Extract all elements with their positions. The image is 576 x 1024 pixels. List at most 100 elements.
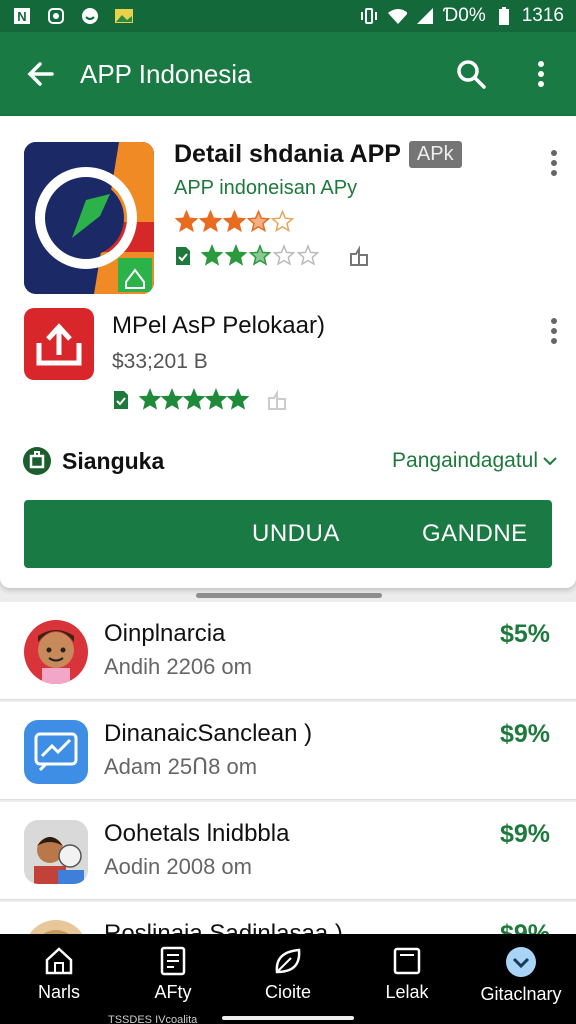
more-vertical-icon — [538, 61, 544, 87]
nav-create[interactable]: Cioite — [233, 946, 343, 1003]
footer-text: TSSDES IVcoalita — [108, 1014, 198, 1024]
list-item-subtitle: Andih 2206 om — [104, 654, 252, 679]
star-icon — [160, 388, 184, 410]
avatar — [24, 620, 88, 684]
list-item[interactable]: DinanaicSanclean ) Adam 25Ո8 om $9% — [0, 702, 576, 800]
nav-label: Lelak — [385, 982, 429, 1002]
upload-icon — [36, 323, 82, 366]
star-icon — [248, 244, 272, 266]
avatar — [24, 820, 88, 884]
page-title: APP Indonesia — [80, 58, 252, 89]
star-icon — [272, 244, 296, 266]
file-icon — [114, 391, 128, 409]
star-icon — [204, 388, 228, 410]
featured-card: Detail shdania APP APk APP indoneisan AP… — [0, 116, 576, 588]
featured-more-button[interactable] — [544, 146, 564, 180]
bottom-navigation: Narls AFty Cioite Lelak Gitaclnary — [0, 934, 576, 1024]
subscription-link-text: Pangaindagatul — [392, 449, 538, 472]
star-icon — [270, 210, 295, 233]
search-icon — [457, 60, 486, 89]
nav-label: Gitaclnary — [480, 984, 562, 1004]
subscription-icon — [23, 447, 51, 475]
notification-n-icon: N — [12, 6, 32, 26]
home-icon — [45, 947, 73, 975]
second-app-title[interactable]: MPel AsP Pelokaar) — [112, 312, 512, 340]
star-icon — [246, 210, 271, 233]
wifi-icon — [387, 6, 407, 26]
chevron-down-icon — [543, 457, 557, 466]
star-icon — [222, 210, 247, 233]
list-item-percent: $9% — [499, 720, 550, 748]
featured-rating-row — [174, 210, 514, 234]
nav-category[interactable]: Gitaclnary — [466, 946, 576, 1005]
star-icon — [224, 244, 248, 266]
status-bar: N Ɗ0% 1316 — [0, 0, 576, 32]
apk-badge: APk — [408, 141, 462, 168]
star-icon — [226, 388, 250, 410]
list-item[interactable]: Oohetals lnidbbla Aodin 2008 om $9% — [0, 802, 576, 900]
svg-text:N: N — [17, 9, 26, 24]
more-vertical-icon — [551, 318, 557, 344]
leaf-icon — [275, 948, 301, 974]
star-icon — [138, 388, 162, 410]
second-app-size: $33;201 B — [112, 350, 208, 373]
notification-app-icon — [46, 6, 66, 26]
star-icon — [198, 210, 223, 233]
nav-list[interactable]: Lelak — [352, 946, 462, 1003]
overflow-menu-button[interactable] — [506, 32, 576, 116]
vibrate-icon — [359, 6, 379, 26]
star-icon — [174, 210, 199, 233]
file-icon — [176, 247, 190, 265]
home-indicator[interactable] — [222, 1016, 354, 1020]
list-item-title: DinanaicSanclean ) — [104, 720, 313, 747]
star-icon — [182, 388, 206, 410]
list-item-subtitle: Adam 25Ո8 om — [104, 754, 258, 779]
game-button[interactable]: GANDNE — [422, 520, 528, 548]
list-item-title: Oohetals lnidbbla — [104, 820, 290, 847]
second-app-icon[interactable] — [24, 308, 94, 380]
list-item-percent: $5% — [499, 620, 550, 648]
nav-home[interactable]: Narls — [4, 946, 114, 1003]
featured-app-info: Detail shdania APP APk APP indoneisan AP… — [174, 140, 514, 268]
list-item-percent: $9% — [499, 820, 550, 848]
back-button[interactable] — [0, 32, 80, 116]
notification-image-icon — [114, 6, 134, 26]
share-icon[interactable] — [348, 245, 370, 267]
signal-icon — [415, 6, 435, 26]
star-rating — [174, 210, 295, 233]
app-bar: APP Indonesia — [0, 32, 576, 116]
star-icon — [296, 244, 320, 266]
nav-label: Narls — [37, 982, 80, 1002]
nav-label: Cioite — [264, 982, 312, 1002]
subscription-dropdown[interactable]: Pangaindagatul — [392, 449, 558, 473]
more-vertical-icon — [551, 150, 557, 176]
search-button[interactable] — [436, 32, 506, 116]
document-icon — [160, 946, 186, 976]
notification-face-icon — [80, 6, 100, 26]
featured-secondary-row — [174, 244, 514, 268]
featured-app-title[interactable]: Detail shdania APP — [174, 140, 401, 169]
star-rating-second-app — [138, 388, 250, 410]
star-icon — [200, 244, 224, 266]
nav-apps[interactable]: AFty — [118, 946, 228, 1003]
star-rating-secondary — [200, 244, 320, 266]
subscription-label: Sianguka — [62, 447, 165, 474]
drag-handle[interactable] — [196, 593, 382, 598]
featured-app-subtitle[interactable]: APP indoneisan APy — [174, 177, 514, 200]
list-item-title: Oinplnarcia — [104, 620, 226, 647]
chevron-down-circle-icon — [506, 947, 536, 977]
chart-message-icon — [24, 720, 88, 784]
battery-percent: Ɗ0% — [442, 5, 486, 26]
list-item-subtitle: Aodin 2008 om — [104, 854, 252, 879]
download-button[interactable]: UNDUA — [252, 520, 340, 548]
second-app-more-button[interactable] — [544, 314, 564, 348]
battery-icon — [494, 6, 514, 26]
avatar — [24, 720, 88, 784]
featured-app-icon[interactable] — [24, 142, 154, 294]
list-item[interactable]: Oinplnarcia Andih 2206 om $5% — [0, 602, 576, 700]
clock: 1316 — [521, 5, 564, 26]
share-icon[interactable] — [266, 389, 288, 411]
action-bar: UNDUA GANDNE — [24, 500, 552, 568]
second-app-rating-row — [112, 388, 512, 412]
tablet-icon — [393, 947, 421, 975]
